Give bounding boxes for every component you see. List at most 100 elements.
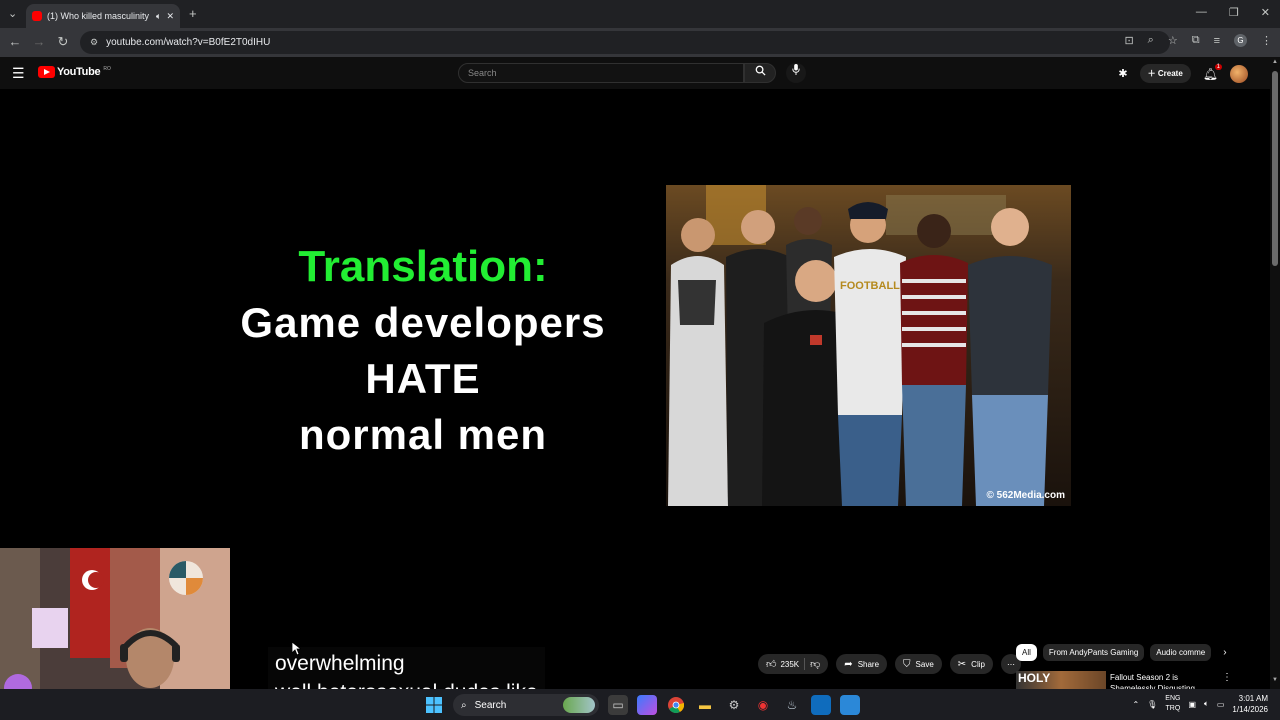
create-button[interactable]: ＋ Create (1139, 64, 1191, 83)
microphone-icon (792, 64, 800, 75)
chip-from-channel[interactable]: From AndyPants Gaming (1042, 644, 1145, 661)
thumbs-up-icon: 👍︎ (766, 659, 777, 670)
recommendation-title[interactable]: Fallout Season 2 is Shamelessly Disgusti… (1110, 672, 1222, 689)
photos-icon[interactable] (840, 695, 860, 715)
microphone-tray-icon[interactable]: 🎙︎ (1147, 700, 1157, 709)
settings-gear-icon[interactable]: ⚙ (724, 695, 744, 715)
chrome-menu-icon[interactable]: ⋮ (1261, 34, 1272, 47)
bookmark-icon: ⛉ (903, 658, 911, 670)
url-text: youtube.com/watch?v=B0fE2T0dIHU (106, 37, 271, 48)
search-button[interactable] (744, 63, 776, 83)
more-vertical-icon[interactable]: ⋮ (1222, 672, 1232, 683)
new-tab-icon[interactable]: + (189, 6, 197, 21)
network-icon[interactable]: ▣ (1188, 700, 1196, 709)
chrome-icon[interactable] (666, 695, 686, 715)
battery-icon[interactable]: ▭ (1217, 700, 1225, 709)
masthead-actions: ✱ ＋ Create 🔔︎ 1 (1118, 63, 1248, 83)
volume-icon[interactable]: 🔈︎ (1204, 699, 1209, 709)
browser-tab[interactable]: (1) Who killed masculinity i 🔈︎ ✕ (26, 4, 180, 28)
like-button[interactable]: 👍︎ 235K (766, 658, 799, 670)
share-arrow-icon: ➦ (844, 658, 853, 670)
windows-logo-icon (426, 697, 442, 713)
scroll-up-arrow-icon[interactable]: ▲ (1272, 59, 1278, 65)
notifications-button[interactable]: 🔔︎ 1 (1203, 63, 1222, 81)
zoom-icon[interactable]: ⌕ (1148, 34, 1154, 47)
taskbar-apps: ⌕ Search ▭ ▬ ⚙ ◉ ♨ (424, 694, 860, 716)
like-count: 235K (780, 659, 800, 669)
profile-avatar[interactable]: G (1234, 34, 1247, 47)
save-button[interactable]: ⛉ Save (895, 654, 942, 674)
share-button[interactable]: ➦ Share (836, 654, 888, 674)
tab-title: (1) Who killed masculinity i (47, 11, 152, 21)
extensions-icon[interactable]: ⧉ (1192, 34, 1200, 47)
task-view-icon[interactable]: ▭ (608, 695, 628, 715)
chip-all[interactable]: All (1016, 644, 1037, 661)
youtube-play-logo-icon (38, 66, 55, 78)
youtube-logo[interactable]: YouTube RO (38, 66, 111, 78)
recommendation-thumbnail[interactable]: HOLY (1016, 671, 1106, 689)
store-icon[interactable] (811, 695, 831, 715)
youtube-masthead: ☰ YouTube RO Search ✱ ＋ Create 🔔︎ 1 (0, 57, 1270, 89)
keyboard-layout: TRQ (1165, 705, 1181, 712)
youtube-favicon-icon (32, 11, 42, 21)
caption-line: overwhelming (275, 652, 405, 675)
forward-icon[interactable]: → (27, 34, 51, 49)
search-icon (755, 65, 766, 76)
system-tray: ⌃ 🎙︎ ENG TRQ ▣ 🔈︎ ▭ 3:01 AM 1/14/2026 (1132, 693, 1268, 715)
share-label: Share (857, 659, 880, 669)
back-icon[interactable]: ← (3, 34, 27, 49)
toolbar-actions: ⊡ ⌕ ☆ ⧉ ≡ G ⋮ (1124, 34, 1272, 47)
clock-time: 3:01 AM (1238, 694, 1268, 703)
scroll-down-arrow-icon[interactable]: ▼ (1272, 677, 1278, 683)
windows-start-icon[interactable] (424, 695, 444, 715)
scrollbar-thumb[interactable] (1272, 71, 1278, 266)
like-dislike-group: 👍︎ 235K 👎︎ (758, 654, 829, 674)
save-label: Save (915, 659, 934, 669)
audio-playing-icon[interactable]: 🔈︎ (156, 11, 161, 22)
windows-taskbar: ⌕ Search ▭ ▬ ⚙ ◉ ♨ ⌃ 🎙︎ ENG TRQ ▣ 🔈︎ ▭ 3… (0, 689, 1280, 720)
group-photo: FOOTBALL © 562Media.com (666, 185, 1071, 506)
slide-line: HATE (365, 355, 481, 402)
slide-line: normal men (298, 411, 548, 458)
extension-puzzle-icon[interactable]: ✱ (1118, 67, 1127, 80)
photo-credit: © 562Media.com (986, 490, 1065, 501)
thumbs-down-icon[interactable]: 👎︎ (810, 658, 820, 670)
slide-line: Game developers (240, 299, 606, 346)
notification-badge: 1 (1214, 63, 1222, 70)
reload-icon[interactable]: ↻ (51, 34, 75, 50)
tab-close-icon[interactable]: ✕ (166, 11, 174, 22)
bookmark-star-icon[interactable]: ☆ (1168, 34, 1178, 47)
install-app-icon[interactable]: ⊡ (1124, 34, 1133, 47)
clock-date: 1/14/2026 (1232, 705, 1268, 714)
restore-icon[interactable]: ❐ (1229, 6, 1239, 19)
steam-icon[interactable]: ♨ (782, 695, 802, 715)
related-filter-chips: All From AndyPants Gaming Audio comme › (1016, 644, 1227, 661)
voice-search-button[interactable] (786, 63, 806, 83)
page-scrollbar[interactable]: ▲ ▼ (1270, 57, 1280, 689)
minimize-icon[interactable]: — (1196, 6, 1207, 19)
file-explorer-icon[interactable]: ▬ (695, 695, 715, 715)
search-input[interactable]: Search (458, 63, 744, 83)
media-controls-icon[interactable]: ≡ (1214, 35, 1220, 47)
clip-button[interactable]: ✂ Clip (949, 654, 993, 674)
copilot-icon[interactable] (637, 695, 657, 715)
input-language[interactable]: ENG TRQ (1165, 694, 1180, 714)
browser-toolbar: ← → ↻ ⚙ youtube.com/watch?v=B0fE2T0dIHU … (0, 28, 1280, 57)
media-player-icon[interactable]: ◉ (753, 695, 773, 715)
site-info-icon[interactable]: ⚙ (90, 37, 98, 48)
tab-search-chevron-icon[interactable]: ⌄ (8, 7, 17, 20)
chip-audio-commentary[interactable]: Audio comme (1150, 644, 1212, 661)
hamburger-menu-icon[interactable]: ☰ (12, 65, 25, 82)
country-code: RO (103, 66, 111, 72)
tray-overflow-chevron-icon[interactable]: ⌃ (1132, 700, 1139, 709)
shirt-text: FOOTBALL (840, 280, 900, 292)
chrome-logo-icon (668, 697, 684, 713)
taskbar-clock[interactable]: 3:01 AM 1/14/2026 (1232, 693, 1268, 715)
taskbar-search[interactable]: ⌕ Search (453, 694, 599, 716)
window-close-icon[interactable]: ✕ (1261, 6, 1270, 19)
chevron-right-icon[interactable]: › (1223, 647, 1226, 658)
clip-label: Clip (971, 659, 985, 669)
slide-text: Translation: Game developers HATE normal… (200, 239, 646, 463)
address-bar[interactable]: ⚙ youtube.com/watch?v=B0fE2T0dIHU (80, 31, 1170, 54)
account-avatar[interactable] (1230, 64, 1248, 83)
